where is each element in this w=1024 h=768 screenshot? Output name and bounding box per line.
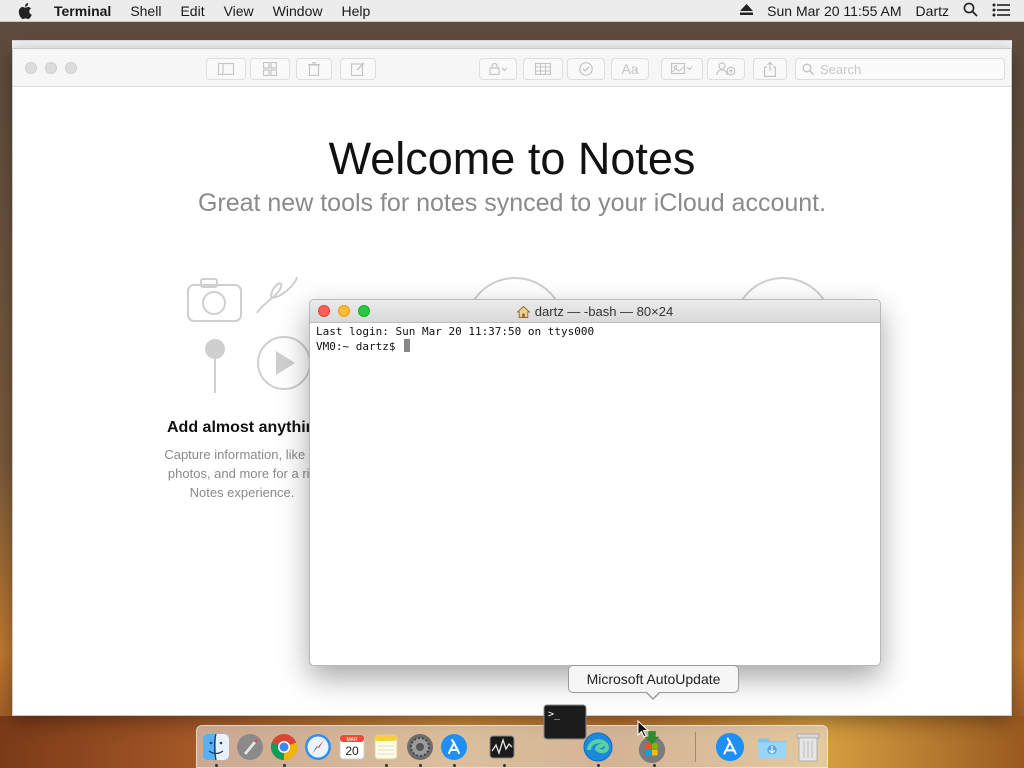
- collaborate-button[interactable]: [707, 58, 745, 80]
- sidebar-toggle-button[interactable]: [206, 58, 246, 80]
- notes-search-field[interactable]: [795, 58, 1005, 80]
- menu-app-terminal[interactable]: Terminal: [54, 3, 111, 19]
- app-store-icon[interactable]: [439, 732, 469, 762]
- menu-window[interactable]: Window: [273, 3, 323, 19]
- notes-zoom-button[interactable]: [65, 62, 77, 74]
- safari-icon[interactable]: [303, 732, 333, 762]
- checklist-button[interactable]: [567, 58, 605, 80]
- activity-monitor-icon[interactable]: [487, 732, 517, 762]
- tooltip-arrow: [646, 691, 660, 698]
- search-icon[interactable]: [963, 2, 978, 20]
- calendar-icon[interactable]: MAR 20: [337, 732, 367, 762]
- notes-close-button[interactable]: [25, 62, 37, 74]
- calendar-day: 20: [345, 744, 359, 758]
- running-indicator: [419, 764, 422, 767]
- running-indicator: [385, 764, 388, 767]
- apple-logo-icon[interactable]: [18, 2, 38, 19]
- dock-tooltip: Microsoft AutoUpdate: [568, 665, 739, 693]
- lock-note-button[interactable]: [479, 58, 517, 80]
- terminal-window[interactable]: dartz — -bash — 80×24 Last login: Sun Ma…: [309, 299, 881, 666]
- search-input[interactable]: [820, 61, 990, 77]
- notes-toolbar: Aa: [13, 49, 1011, 87]
- svg-text:>_: >_: [548, 709, 561, 720]
- camera-icon: [187, 276, 311, 393]
- menu-view[interactable]: View: [224, 3, 254, 19]
- running-indicator: [597, 764, 600, 767]
- list-icon[interactable]: [992, 3, 1010, 20]
- compose-note-button[interactable]: [340, 58, 376, 80]
- dock: MAR 20 >_: [196, 704, 828, 768]
- terminal-titlebar[interactable]: dartz — -bash — 80×24: [310, 300, 880, 323]
- mouse-pointer-icon: [637, 719, 650, 743]
- text-cursor: [404, 339, 411, 352]
- terminal-title-text: dartz — -bash — 80×24: [534, 304, 674, 319]
- welcome-subtitle: Great new tools for notes synced to your…: [197, 189, 827, 217]
- menu-edit[interactable]: Edit: [180, 3, 204, 19]
- app-store-folder-icon[interactable]: [715, 732, 745, 762]
- notes-minimize-button[interactable]: [45, 62, 57, 74]
- feature-illustration: [183, 275, 313, 395]
- menu-shell[interactable]: Shell: [130, 3, 161, 19]
- menu-user[interactable]: Dartz: [916, 3, 949, 19]
- terminal-line: Last login: Sun Mar 20 11:37:50 on ttys0…: [316, 325, 595, 338]
- trash-icon[interactable]: [793, 732, 823, 762]
- feature-title: Add almost anythin: [167, 419, 316, 436]
- running-indicator: [653, 764, 656, 767]
- running-indicator: [215, 764, 218, 767]
- terminal-title: dartz — -bash — 80×24: [310, 304, 880, 319]
- edge-icon[interactable]: [583, 732, 613, 762]
- menu-bar: Terminal Shell Edit View Window Help Sun…: [0, 0, 1024, 22]
- delete-note-button[interactable]: [296, 58, 332, 80]
- menu-help[interactable]: Help: [341, 3, 370, 19]
- eject-icon[interactable]: [740, 4, 754, 18]
- welcome-title: Welcome to Notes: [328, 133, 696, 184]
- gallery-view-button[interactable]: [250, 58, 290, 80]
- home-icon: [516, 305, 530, 318]
- running-indicator: [283, 764, 286, 767]
- terminal-icon[interactable]: >_: [543, 704, 587, 740]
- insert-table-button[interactable]: [523, 58, 563, 80]
- finder-icon[interactable]: [201, 732, 231, 762]
- running-indicator: [503, 764, 506, 767]
- chrome-icon[interactable]: [269, 732, 299, 762]
- insert-media-button[interactable]: [661, 58, 703, 80]
- launchpad-icon[interactable]: [235, 732, 265, 762]
- terminal-prompt: VM0:~ dartz$: [316, 340, 403, 353]
- downloads-folder-icon[interactable]: [757, 732, 787, 762]
- search-field-icon: [802, 63, 814, 75]
- system-preferences-icon[interactable]: [405, 732, 435, 762]
- terminal-prompt-line: VM0:~ dartz$: [316, 339, 594, 354]
- dock-separator: [695, 732, 696, 762]
- terminal-output[interactable]: Last login: Sun Mar 20 11:37:50 on ttys0…: [316, 325, 594, 354]
- calendar-month: MAR: [346, 737, 358, 743]
- running-indicator: [453, 764, 456, 767]
- menu-clock[interactable]: Sun Mar 20 11:55 AM: [767, 3, 901, 19]
- share-button[interactable]: [753, 58, 787, 80]
- format-text-button[interactable]: Aa: [611, 58, 649, 80]
- notes-icon[interactable]: [371, 732, 401, 762]
